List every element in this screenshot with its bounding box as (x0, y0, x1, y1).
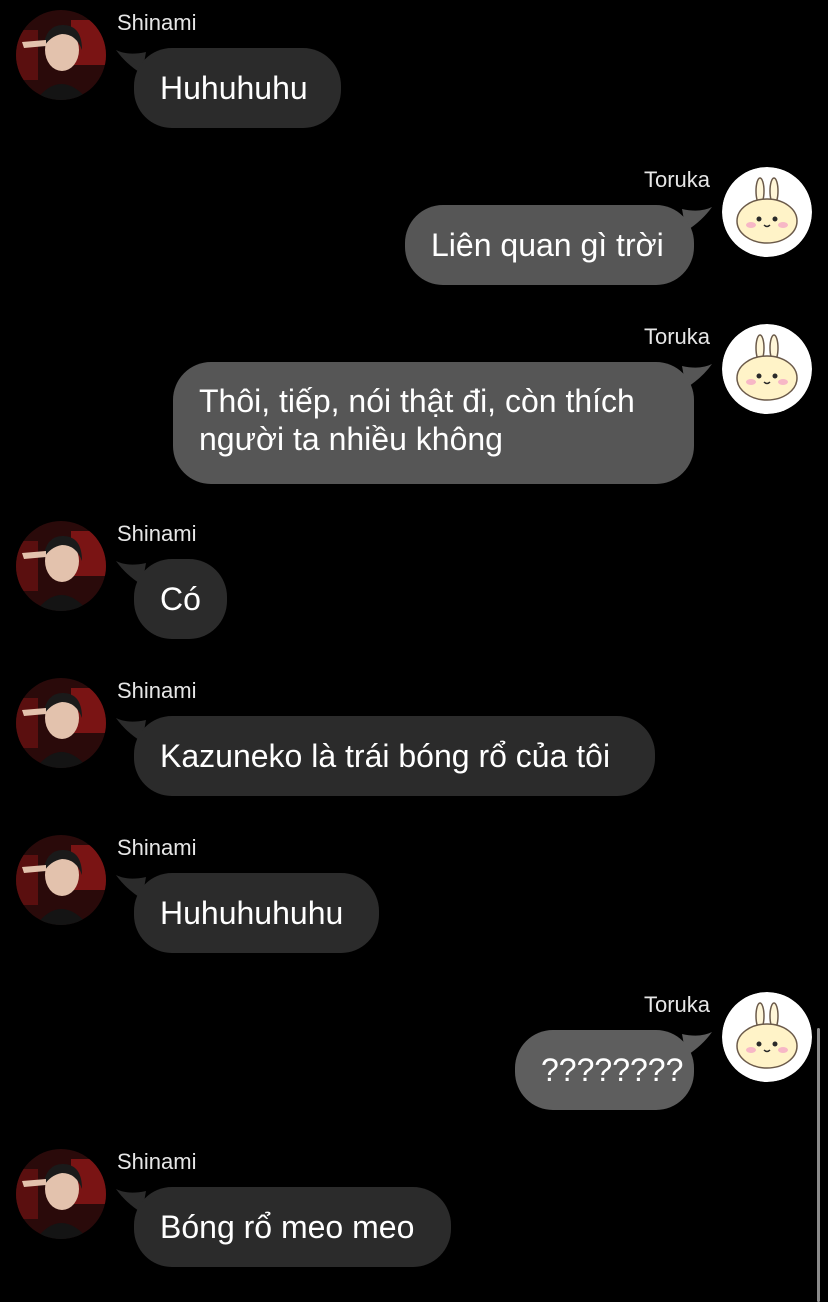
sender-name: Shinami (117, 678, 197, 703)
sender-name: Toruka (643, 167, 710, 192)
message-bubble[interactable]: Có (134, 559, 227, 639)
sender-name: Shinami (117, 1149, 197, 1174)
message-text: Có (160, 581, 201, 617)
avatar[interactable] (16, 678, 106, 768)
message-text: Huhuhuhu (160, 70, 308, 106)
message-bubble[interactable]: Huhuhuhu (134, 48, 341, 128)
message-bubble[interactable]: Kazuneko là trái bóng rổ của tôi (134, 716, 655, 796)
avatar[interactable] (722, 992, 812, 1082)
bunny-avatar-icon (722, 992, 812, 1082)
chat-thread[interactable]: Shinami Huhuhuhu Toruka Liên quan gì trờ… (0, 0, 828, 1302)
sender-name: Shinami (117, 521, 197, 546)
avatar[interactable] (16, 10, 106, 100)
message-bubble[interactable]: Huhuhuhuhu (134, 873, 379, 953)
bunny-avatar-icon (722, 167, 812, 257)
bunny-avatar-icon (722, 324, 812, 414)
message-bubble[interactable]: Bóng rổ meo meo (134, 1187, 451, 1267)
avatar[interactable] (16, 835, 106, 925)
message-text: Kazuneko là trái bóng rổ của tôi (160, 738, 611, 774)
shinami-avatar-icon (16, 835, 106, 925)
avatar[interactable] (16, 521, 106, 611)
message-text: ???????? (541, 1052, 684, 1088)
shinami-avatar-icon (16, 678, 106, 768)
message-text: Liên quan gì trời (431, 227, 664, 263)
shinami-avatar-icon (16, 521, 106, 611)
message-bubble[interactable]: Liên quan gì trời (405, 205, 694, 285)
scrollbar[interactable] (817, 1028, 820, 1302)
avatar[interactable] (16, 1149, 106, 1239)
shinami-avatar-icon (16, 10, 106, 100)
message-text: Bóng rổ meo meo (160, 1209, 415, 1245)
avatar[interactable] (722, 324, 812, 414)
message-bubble[interactable]: ???????? (515, 1030, 694, 1110)
shinami-avatar-icon (16, 1149, 106, 1239)
message-text-line: người ta nhiều không (199, 421, 503, 457)
avatar[interactable] (722, 167, 812, 257)
sender-name: Shinami (117, 835, 197, 860)
sender-name: Toruka (643, 324, 710, 349)
message-bubble[interactable]: Thôi, tiếp, nói thật đi, còn thích người… (173, 362, 694, 484)
message-text-line: Thôi, tiếp, nói thật đi, còn thích (199, 383, 635, 419)
message-text: Huhuhuhuhu (160, 895, 344, 931)
sender-name: Toruka (643, 992, 710, 1017)
sender-name: Shinami (117, 10, 197, 35)
